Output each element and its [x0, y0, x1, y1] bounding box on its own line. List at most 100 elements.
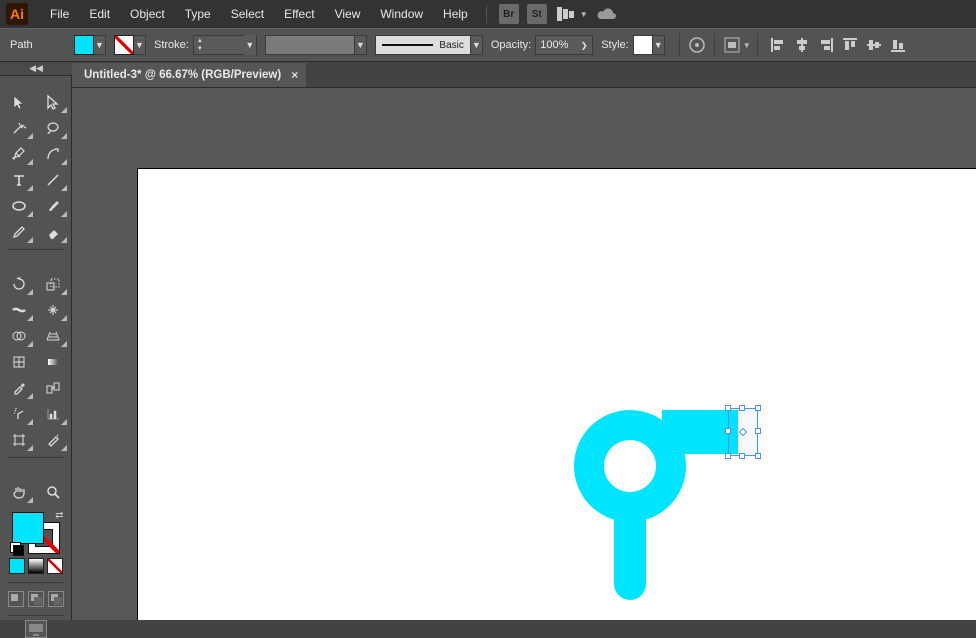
swap-fill-stroke-icon[interactable]: ⇄	[55, 510, 63, 521]
align-right-button[interactable]	[816, 35, 836, 55]
hand-tool[interactable]	[4, 480, 34, 504]
menu-bar: Ai File Edit Object Type Select Effect V…	[0, 0, 976, 28]
fill-color-control[interactable]: ▼	[74, 35, 106, 55]
menu-select[interactable]: Select	[221, 0, 274, 28]
tools-panel: ⇄	[0, 76, 72, 620]
menu-view[interactable]: View	[325, 0, 371, 28]
gradient-tool[interactable]	[38, 350, 68, 374]
ellipse-tool[interactable]	[4, 194, 34, 218]
scale-tool[interactable]	[38, 272, 68, 296]
document-tab[interactable]: Untitled-3* @ 66.67% (RGB/Preview) ×	[72, 63, 306, 87]
paintbrush-tool[interactable]	[38, 194, 68, 218]
eyedropper-tool[interactable]	[4, 376, 34, 400]
sync-settings-icon[interactable]	[596, 6, 618, 22]
resize-handle[interactable]	[755, 428, 761, 434]
resize-handle[interactable]	[755, 405, 761, 411]
menu-type[interactable]: Type	[175, 0, 221, 28]
free-transform-tool[interactable]	[38, 298, 68, 322]
selection-bounding-box[interactable]	[729, 409, 757, 455]
resize-handle[interactable]	[739, 405, 745, 411]
blend-tool[interactable]	[38, 376, 68, 400]
toolbar-collapse-handle[interactable]: ◀◀	[0, 62, 72, 76]
close-tab-icon[interactable]: ×	[291, 68, 298, 82]
menu-help[interactable]: Help	[433, 0, 478, 28]
pencil-tool[interactable]	[4, 220, 34, 244]
artwork-shape-handle[interactable]	[614, 498, 646, 600]
shape-builder-tool[interactable]	[4, 324, 34, 348]
menu-edit[interactable]: Edit	[79, 0, 120, 28]
screen-mode-button[interactable]	[0, 620, 71, 638]
type-tool[interactable]	[4, 168, 34, 192]
graphic-style-control[interactable]: ▼	[633, 35, 665, 55]
align-bottom-button[interactable]	[888, 35, 908, 55]
artboard[interactable]	[137, 168, 976, 620]
variable-width-profile[interactable]: ▼	[265, 35, 367, 55]
resize-handle[interactable]	[725, 453, 731, 459]
resize-handle[interactable]	[755, 453, 761, 459]
default-fill-stroke-icon[interactable]	[10, 542, 24, 556]
curvature-tool[interactable]	[38, 142, 68, 166]
symbol-sprayer-tool[interactable]	[4, 402, 34, 426]
align-to-button[interactable]	[721, 34, 743, 56]
draw-mode-row	[0, 591, 71, 607]
line-segment-tool[interactable]	[38, 168, 68, 192]
color-mode-button[interactable]	[9, 558, 25, 574]
none-mode-button[interactable]	[47, 558, 63, 574]
width-tool[interactable]	[4, 298, 34, 322]
align-vcenter-button[interactable]	[864, 35, 884, 55]
chevron-down-icon: ▼	[580, 10, 588, 19]
draw-behind-button[interactable]	[28, 591, 44, 607]
eraser-tool[interactable]	[38, 220, 68, 244]
menu-window[interactable]: Window	[370, 0, 433, 28]
perspective-grid-tool[interactable]	[38, 324, 68, 348]
menu-effect[interactable]: Effect	[274, 0, 324, 28]
pen-tool[interactable]	[4, 142, 34, 166]
align-hcenter-button[interactable]	[792, 35, 812, 55]
stroke-label: Stroke:	[154, 39, 189, 51]
resize-handle[interactable]	[739, 453, 745, 459]
stock-button[interactable]: St	[527, 4, 547, 24]
slice-tool[interactable]	[38, 428, 68, 452]
separator	[486, 5, 487, 23]
menu-object[interactable]: Object	[120, 0, 175, 28]
brush-definition[interactable]: Basic ▼	[375, 35, 483, 55]
resize-handle[interactable]	[725, 428, 731, 434]
draw-normal-button[interactable]	[8, 591, 24, 607]
chevron-down-icon[interactable]: ▼	[94, 35, 106, 55]
zoom-tool[interactable]	[38, 480, 68, 504]
selection-type-label: Path	[6, 39, 74, 51]
direct-selection-tool[interactable]	[38, 90, 68, 114]
fill-box[interactable]	[12, 512, 44, 544]
separator	[679, 33, 680, 57]
align-top-button[interactable]	[840, 35, 860, 55]
app-logo: Ai	[6, 3, 28, 25]
control-bar: Path ▼ ▼ Stroke: ▲▼ ▼ ▼ Basic ▼ Opacity:…	[0, 28, 976, 62]
draw-inside-button[interactable]	[48, 591, 64, 607]
stroke-weight-input[interactable]: ▲▼ ▼	[193, 35, 257, 55]
mesh-tool[interactable]	[4, 350, 34, 374]
fill-swatch[interactable]	[74, 35, 94, 55]
document-tab-title: Untitled-3* @ 66.67% (RGB/Preview)	[84, 69, 281, 81]
rotate-tool[interactable]	[4, 272, 34, 296]
artboard-tool[interactable]	[4, 428, 34, 452]
fill-stroke-indicator[interactable]: ⇄	[12, 512, 60, 554]
document-tab-strip: Untitled-3* @ 66.67% (RGB/Preview) ×	[72, 62, 976, 88]
align-left-button[interactable]	[768, 35, 788, 55]
magic-wand-tool[interactable]	[4, 116, 34, 140]
stroke-swatch[interactable]	[114, 35, 134, 55]
stroke-color-control[interactable]: ▼	[114, 35, 146, 55]
recolor-artwork-button[interactable]	[686, 34, 708, 56]
column-graph-tool[interactable]	[38, 402, 68, 426]
bridge-button[interactable]: Br	[499, 4, 519, 24]
opacity-input[interactable]: 100% ❯	[535, 35, 593, 55]
lasso-tool[interactable]	[38, 116, 68, 140]
resize-handle[interactable]	[725, 405, 731, 411]
chevron-down-icon[interactable]: ▼	[134, 35, 146, 55]
menu-file[interactable]: File	[40, 0, 79, 28]
arrange-documents-button[interactable]	[557, 7, 574, 21]
gradient-mode-button[interactable]	[28, 558, 44, 574]
selection-center-icon	[739, 428, 747, 436]
selection-tool[interactable]	[4, 90, 34, 114]
canvas-area[interactable]	[72, 88, 976, 620]
color-mode-row	[0, 558, 71, 574]
